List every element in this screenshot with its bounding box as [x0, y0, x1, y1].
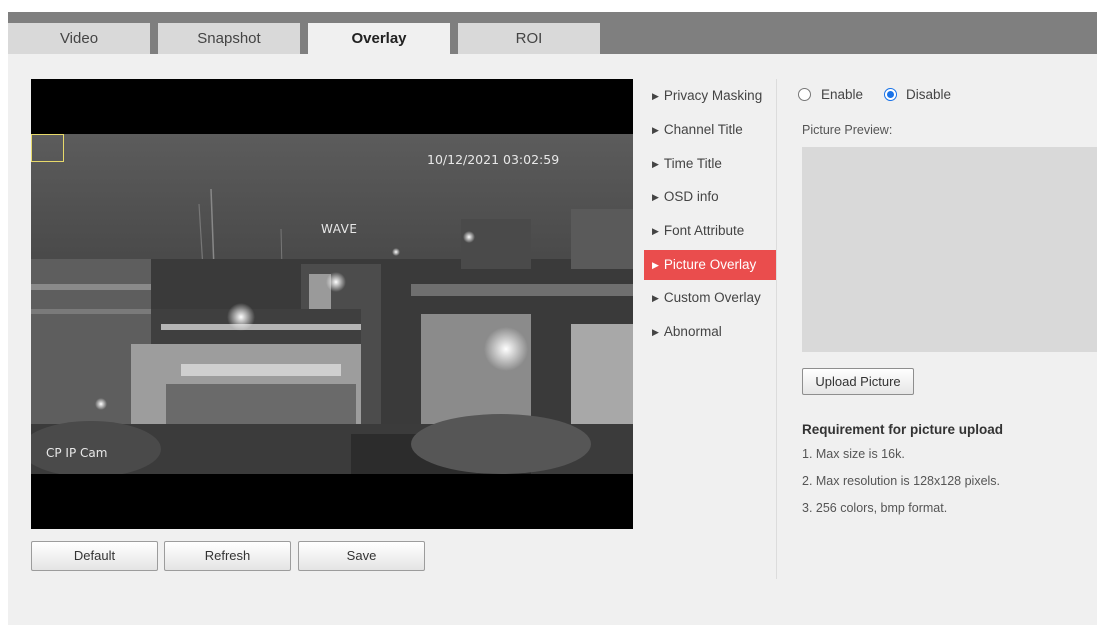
- disable-radio[interactable]: [884, 88, 897, 101]
- menu-item-label: Font Attribute: [663, 223, 745, 238]
- requirement-item: 2. Max resolution is 128x128 pixels.: [802, 474, 1001, 488]
- tab-snapshot[interactable]: Snapshot: [158, 23, 300, 54]
- tab-bar: Video Snapshot Overlay ROI: [8, 12, 1097, 54]
- arrow-right-icon: ▶: [652, 192, 659, 202]
- menu-item-channel-title[interactable]: ▶ Channel Title: [644, 115, 777, 145]
- arrow-right-icon: ▶: [652, 159, 659, 169]
- disable-label[interactable]: Disable: [906, 87, 951, 102]
- arrow-right-icon: ▶: [652, 293, 659, 303]
- menu-item-label: Channel Title: [663, 122, 743, 137]
- enable-label[interactable]: Enable: [821, 87, 863, 102]
- tab-video[interactable]: Video: [8, 23, 150, 54]
- menu-item-label: OSD info: [663, 189, 719, 204]
- night-city-scene: [31, 134, 633, 474]
- refresh-button[interactable]: Refresh: [164, 541, 291, 571]
- overlay-settings-panel: Video Snapshot Overlay ROI WAVE 10/12/20…: [8, 12, 1097, 625]
- menu-item-label: Abnormal: [663, 324, 722, 339]
- save-button[interactable]: Save: [298, 541, 425, 571]
- menu-item-osd-info[interactable]: ▶ OSD info: [644, 182, 777, 212]
- default-button[interactable]: Default: [31, 541, 158, 571]
- picture-preview-label: Picture Preview:: [802, 123, 893, 137]
- menu-item-font-attribute[interactable]: ▶ Font Attribute: [644, 216, 777, 246]
- arrow-right-icon: ▶: [652, 91, 659, 101]
- menu-item-custom-overlay[interactable]: ▶ Custom Overlay: [644, 283, 777, 313]
- menu-divider: [776, 79, 777, 579]
- requirement-title: Requirement for picture upload: [802, 422, 1004, 437]
- menu-item-abnormal[interactable]: ▶ Abnormal: [644, 317, 777, 347]
- arrow-right-icon: ▶: [652, 125, 659, 135]
- menu-item-label: Custom Overlay: [663, 290, 761, 305]
- picture-overlay-region[interactable]: [31, 134, 64, 162]
- time-title-osd: 10/12/2021 03:02:59: [427, 152, 560, 167]
- menu-item-picture-overlay[interactable]: ▶ Picture Overlay: [644, 250, 777, 280]
- arrow-right-icon: ▶: [652, 260, 659, 270]
- sign-text: WAVE: [321, 222, 358, 236]
- menu-item-time-title[interactable]: ▶ Time Title: [644, 149, 777, 179]
- picture-preview-area: [802, 147, 1097, 352]
- arrow-right-icon: ▶: [652, 226, 659, 236]
- menu-item-label: Picture Overlay: [663, 257, 757, 272]
- upload-picture-button[interactable]: Upload Picture: [802, 368, 914, 395]
- menu-item-label: Privacy Masking: [663, 88, 763, 103]
- menu-item-privacy-masking[interactable]: ▶ Privacy Masking: [644, 81, 777, 111]
- enable-radio[interactable]: [798, 88, 811, 101]
- requirement-item: 3. 256 colors, bmp format.: [802, 501, 948, 515]
- arrow-right-icon: ▶: [652, 327, 659, 337]
- requirement-item: 1. Max size is 16k.: [802, 447, 905, 461]
- live-video-preview[interactable]: WAVE 10/12/2021 03:02:59 CP IP Cam: [31, 79, 633, 529]
- channel-title-osd: CP IP Cam: [46, 446, 108, 460]
- tab-overlay[interactable]: Overlay: [308, 23, 450, 54]
- tab-roi[interactable]: ROI: [458, 23, 600, 54]
- menu-item-label: Time Title: [663, 156, 722, 171]
